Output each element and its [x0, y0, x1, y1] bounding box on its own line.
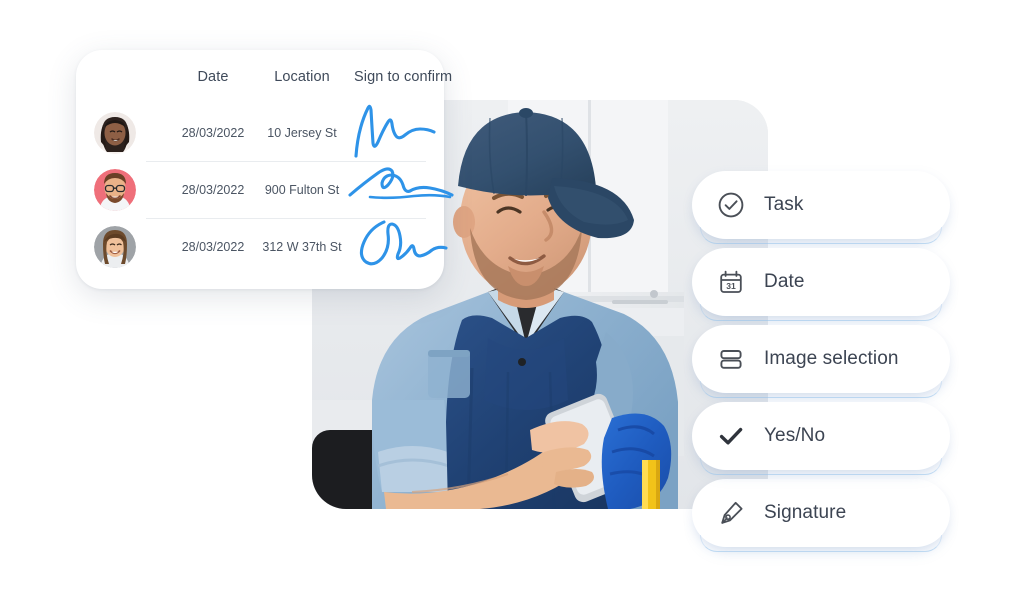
- check-circle-icon: [714, 188, 748, 222]
- cell-signature[interactable]: [348, 161, 454, 218]
- table-row[interactable]: 28/03/2022 312 W 37th St: [76, 218, 448, 275]
- field-type-label: Date: [764, 271, 805, 292]
- column-header-location: Location: [274, 69, 330, 85]
- field-type-yes-no[interactable]: Yes/No: [692, 402, 950, 475]
- cell-location: 900 Fulton St: [264, 182, 340, 197]
- stacked-bars-icon: [714, 342, 748, 376]
- cell-signature[interactable]: [350, 218, 448, 275]
- cell-date: 28/03/2022: [181, 125, 245, 140]
- column-header-sign: Sign to confirm: [354, 69, 453, 85]
- field-type-signature[interactable]: Signature: [692, 479, 950, 552]
- calendar-31-icon: 31: [714, 265, 748, 299]
- signature-table-header: Date Location Sign to confirm: [76, 50, 452, 104]
- signature-table-body: 28/03/2022 10 Jersey St 28/03/2022 900 F…: [76, 104, 454, 275]
- field-type-date[interactable]: 31 Date: [692, 248, 950, 321]
- avatar-cell: [94, 168, 172, 211]
- avatar-man-glasses-icon: [94, 168, 136, 211]
- field-type-label: Task: [764, 194, 804, 215]
- avatar: [94, 168, 136, 211]
- cell-signature[interactable]: [350, 104, 444, 161]
- signature-stroke-3-icon: [359, 220, 448, 266]
- column-header-date: Date: [197, 69, 229, 85]
- field-type-image-selection[interactable]: Image selection: [692, 325, 950, 398]
- avatar-woman-brown-hair-icon: [94, 225, 136, 268]
- field-type-label: Signature: [764, 502, 847, 523]
- table-row[interactable]: 28/03/2022 10 Jersey St: [76, 104, 444, 161]
- illustration-stage: Date Location Sign to confirm 28/03/2022…: [0, 0, 1024, 604]
- svg-text:31: 31: [726, 281, 736, 291]
- field-type-label: Image selection: [764, 348, 899, 369]
- field-type-label: Yes/No: [764, 425, 826, 446]
- avatar-woman-dark-hair-icon: [94, 111, 136, 154]
- cell-date: 28/03/2022: [181, 239, 245, 254]
- table-row[interactable]: 28/03/2022 900 Fulton St: [76, 161, 454, 218]
- avatar: [94, 111, 136, 154]
- signature-table-card: Date Location Sign to confirm 28/03/2022…: [76, 50, 454, 289]
- pen-nib-icon: [714, 496, 748, 530]
- cell-location: 312 W 37th St: [262, 239, 342, 254]
- field-type-task[interactable]: Task: [692, 171, 950, 244]
- checkmark-icon: [714, 419, 748, 453]
- avatar-cell: [94, 111, 172, 154]
- avatar: [94, 225, 136, 268]
- field-type-list: Task 31 Date Image selection Yes/No Sign…: [692, 171, 950, 556]
- avatar-cell: [94, 225, 172, 268]
- cell-location: 10 Jersey St: [267, 125, 337, 140]
- cell-date: 28/03/2022: [181, 182, 245, 197]
